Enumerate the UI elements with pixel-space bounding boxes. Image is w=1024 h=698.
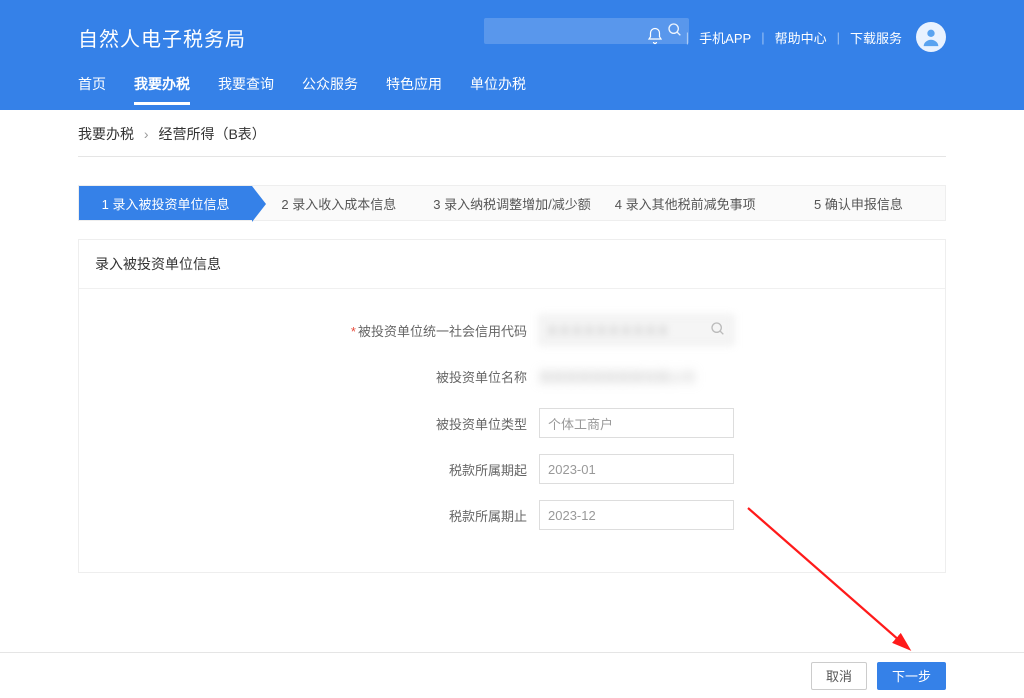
cancel-button[interactable]: 取消 bbox=[811, 662, 867, 690]
nav-public[interactable]: 公众服务 bbox=[302, 74, 358, 102]
nav-tax[interactable]: 我要办税 bbox=[134, 74, 190, 105]
chevron-right-icon: › bbox=[144, 126, 149, 142]
input-credit-code[interactable] bbox=[539, 315, 734, 345]
row-credit-code: *被投资单位统一社会信用代码 bbox=[79, 315, 945, 345]
breadcrumb: 我要办税 › 经营所得（B表） bbox=[78, 124, 946, 157]
app-header: 自然人电子税务局 | 手机APP | 帮助中心 | 下载服务 bbox=[0, 0, 1024, 74]
nav-query[interactable]: 我要查询 bbox=[218, 74, 274, 102]
nav-unit[interactable]: 单位办税 bbox=[470, 74, 526, 102]
step-5[interactable]: 5 确认申报信息 bbox=[772, 186, 945, 220]
next-button[interactable]: 下一步 bbox=[877, 662, 946, 690]
label-unit-type: 被投资单位类型 bbox=[436, 417, 527, 432]
label-period-start: 税款所属期起 bbox=[449, 463, 527, 478]
nav-special[interactable]: 特色应用 bbox=[386, 74, 442, 102]
panel-title: 录入被投资单位信息 bbox=[79, 240, 945, 289]
label-credit-code: 被投资单位统一社会信用代码 bbox=[358, 324, 527, 339]
row-period-start: 税款所属期起 bbox=[79, 454, 945, 484]
bell-icon[interactable] bbox=[646, 27, 664, 48]
input-unit-type[interactable] bbox=[539, 408, 734, 438]
link-help[interactable]: 帮助中心 bbox=[775, 28, 827, 47]
action-footer: 取消 下一步 bbox=[0, 652, 1024, 698]
row-unit-type: 被投资单位类型 bbox=[79, 408, 945, 438]
breadcrumb-root[interactable]: 我要办税 bbox=[78, 126, 134, 142]
step-2[interactable]: 2 录入收入成本信息 bbox=[252, 186, 425, 220]
input-period-start[interactable] bbox=[539, 454, 734, 484]
step-bar: 1 录入被投资单位信息 2 录入收入成本信息 3 录入纳税调整增加/减少额 4 … bbox=[78, 185, 946, 221]
main-nav: 首页 我要办税 我要查询 公众服务 特色应用 单位办税 bbox=[0, 74, 1024, 110]
step-4[interactable]: 4 录入其他税前减免事项 bbox=[599, 186, 772, 220]
link-mobile-app[interactable]: 手机APP bbox=[699, 28, 751, 47]
value-unit-name: 某某某某某某某某有限公司 bbox=[539, 361, 695, 392]
step-3[interactable]: 3 录入纳税调整增加/减少额 bbox=[425, 186, 598, 220]
top-links: | 手机APP | 帮助中心 | 下载服务 bbox=[646, 0, 946, 74]
form-panel: 录入被投资单位信息 *被投资单位统一社会信用代码 被投资单位名称 某某某某某某某… bbox=[78, 239, 946, 573]
row-unit-name: 被投资单位名称 某某某某某某某某有限公司 bbox=[79, 361, 945, 392]
row-period-end: 税款所属期止 bbox=[79, 500, 945, 530]
input-period-end[interactable] bbox=[539, 500, 734, 530]
avatar[interactable] bbox=[916, 22, 946, 52]
investee-form: *被投资单位统一社会信用代码 被投资单位名称 某某某某某某某某有限公司 被投资单… bbox=[79, 289, 945, 572]
nav-home[interactable]: 首页 bbox=[78, 74, 106, 102]
lookup-icon[interactable] bbox=[710, 321, 726, 342]
label-period-end: 税款所属期止 bbox=[449, 509, 527, 524]
label-unit-name: 被投资单位名称 bbox=[436, 370, 527, 385]
breadcrumb-leaf: 经营所得（B表） bbox=[158, 126, 265, 142]
app-title: 自然人电子税务局 bbox=[78, 23, 246, 52]
link-download[interactable]: 下载服务 bbox=[850, 28, 902, 47]
step-1[interactable]: 1 录入被投资单位信息 bbox=[79, 186, 252, 220]
